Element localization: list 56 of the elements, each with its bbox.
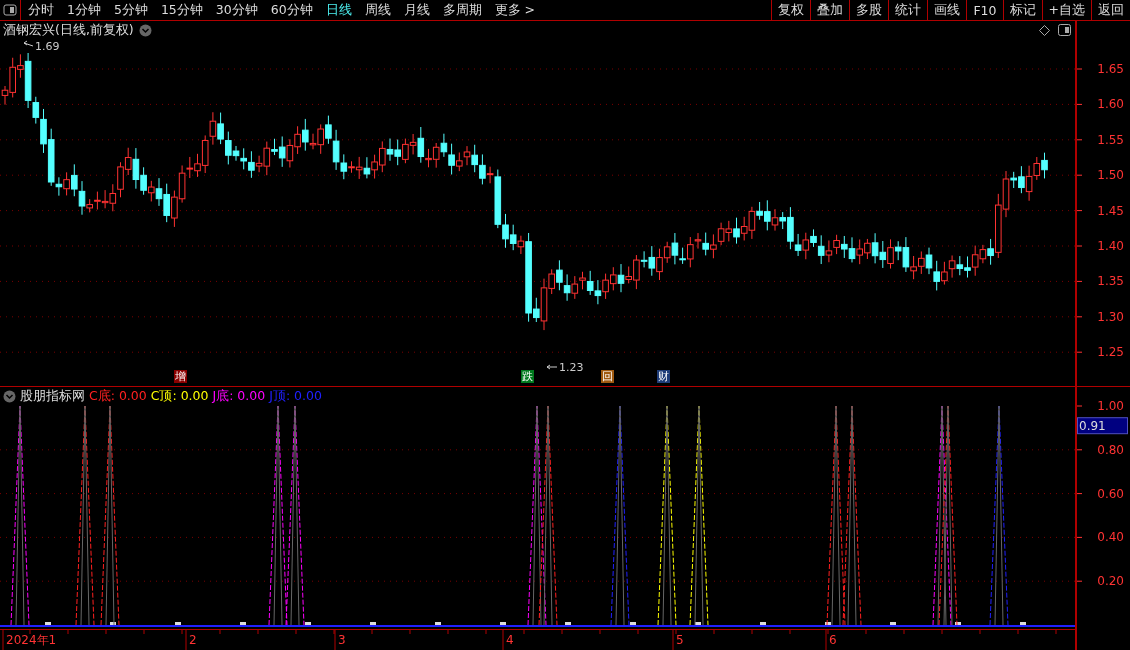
price-axis-label: 1.60 bbox=[1097, 97, 1124, 112]
price-axis-label: 1.40 bbox=[1097, 239, 1124, 253]
time-axis-label: 5 bbox=[676, 633, 684, 647]
indicator-value: C底: 0.00 bbox=[89, 388, 147, 405]
event-marker[interactable]: 回 bbox=[601, 370, 614, 383]
indicator-axis-label: 0.80 bbox=[1097, 442, 1124, 457]
price-axis-label: 1.65 bbox=[1097, 62, 1124, 76]
time-axis-label: 4 bbox=[506, 633, 514, 647]
indicator-value: J底: 0.00 bbox=[212, 388, 266, 405]
toolbar-button[interactable]: 叠加 bbox=[810, 0, 850, 20]
indicator-value: C顶: 0.00 bbox=[150, 388, 209, 405]
price-axis-label: 1.35 bbox=[1097, 274, 1124, 289]
toolbar-button[interactable]: 统计 bbox=[888, 0, 928, 20]
panel-toggle-icon[interactable] bbox=[1058, 24, 1071, 36]
period-tab[interactable]: 多周期 bbox=[435, 0, 488, 20]
event-marker[interactable]: 跌 bbox=[521, 370, 534, 383]
period-tab[interactable]: 1分钟 bbox=[60, 0, 107, 20]
indicator-axis-label: 0.60 bbox=[1097, 486, 1124, 501]
period-tab[interactable]: 30分钟 bbox=[208, 0, 264, 20]
toolbar-button[interactable]: 标记 bbox=[1002, 0, 1042, 20]
time-axis-label: 2024年1 bbox=[6, 633, 57, 647]
diamond-icon[interactable] bbox=[1039, 24, 1050, 36]
period-tab[interactable]: 更多 > bbox=[487, 0, 542, 20]
toolbar-button[interactable]: +自选 bbox=[1041, 0, 1091, 20]
toolbar-button[interactable]: F10 bbox=[966, 0, 1003, 20]
period-tab[interactable]: 月线 bbox=[396, 0, 436, 20]
dropdown-icon[interactable] bbox=[138, 24, 152, 37]
period-tab[interactable]: 15分钟 bbox=[153, 0, 209, 20]
toolbar-button[interactable]: 复权 bbox=[771, 0, 811, 20]
period-tab[interactable]: 日线 bbox=[318, 0, 358, 20]
dropdown-icon[interactable] bbox=[3, 390, 16, 403]
time-axis-label: 2 bbox=[189, 633, 197, 647]
toolbar-button[interactable]: 画线 bbox=[927, 0, 967, 20]
price-axis-label: 1.30 bbox=[1097, 309, 1124, 324]
indicator-value: J顶: 0.00 bbox=[269, 388, 322, 405]
event-marker[interactable]: 财 bbox=[657, 370, 670, 383]
price-axis-label: 1.55 bbox=[1097, 132, 1124, 147]
price-axis-label: 1.45 bbox=[1097, 203, 1124, 218]
toolbar-button[interactable]: 多股 bbox=[849, 0, 889, 20]
price-axis-label: 1.50 bbox=[1097, 168, 1124, 183]
indicator-axis-label: 0.20 bbox=[1097, 574, 1124, 589]
toolbar-button[interactable]: 返回 bbox=[1091, 0, 1130, 20]
indicator-name: 股朋指标网 bbox=[20, 388, 85, 405]
period-tab[interactable]: 60分钟 bbox=[263, 0, 319, 20]
time-axis-label: 6 bbox=[829, 633, 837, 647]
indicator-axis-label: 0.40 bbox=[1097, 530, 1124, 545]
event-marker[interactable]: 增 bbox=[174, 370, 187, 383]
period-tab[interactable]: 5分钟 bbox=[106, 0, 154, 20]
time-axis-label: 3 bbox=[338, 633, 346, 647]
chart-title: 酒钢宏兴(日线,前复权) bbox=[3, 22, 134, 39]
panel-toggle-icon[interactable] bbox=[3, 4, 17, 16]
period-tab[interactable]: 分时 bbox=[21, 0, 60, 20]
price-axis-label: 1.25 bbox=[1097, 345, 1124, 360]
current-value-label: 0.91 bbox=[1077, 417, 1128, 435]
indicator-axis-label: 1.00 bbox=[1097, 399, 1124, 413]
period-tab[interactable]: 周线 bbox=[357, 0, 397, 20]
